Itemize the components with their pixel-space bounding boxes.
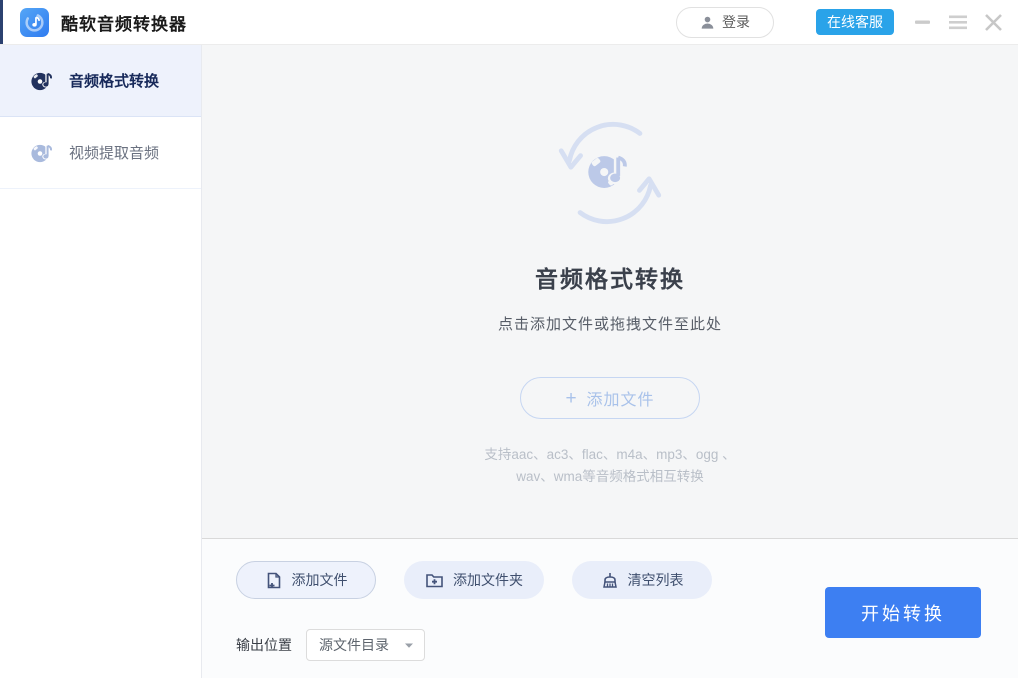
user-icon — [700, 15, 715, 30]
add-files-pill-button[interactable]: + 添加文件 — [520, 377, 700, 419]
output-location-label: 输出位置 — [236, 637, 292, 653]
add-folder-label: 添加文件夹 — [453, 572, 523, 588]
output-location-value: 源文件目录 — [319, 637, 389, 653]
sidebar-item-label: 视频提取音频 — [69, 145, 160, 162]
start-convert-button[interactable]: 开始转换 — [825, 587, 981, 638]
online-support-button[interactable]: 在线客服 — [816, 9, 894, 35]
file-plus-icon — [265, 571, 283, 590]
sidebar: 音频格式转换 视频提取音频 — [0, 45, 202, 678]
dropzone-subtitle: 点击添加文件或拖拽文件至此处 — [497, 316, 722, 333]
audio-convert-icon — [29, 68, 55, 94]
folder-plus-icon — [425, 571, 444, 589]
file-drop-zone[interactable]: 音频格式转换 点击添加文件或拖拽文件至此处 + 添加文件 支持aac、ac3、f… — [202, 45, 1018, 538]
supported-formats-text: 支持aac、ac3、flac、m4a、mp3、ogg 、 wav、wma等音频格… — [484, 447, 736, 484]
main-panel: 音频格式转换 点击添加文件或拖拽文件至此处 + 添加文件 支持aac、ac3、f… — [202, 45, 1018, 678]
bottom-action-bar: 添加文件 添加文件夹 清空列表 开始转换 输出位置 源文件目录 — [202, 538, 1018, 678]
menu-icon[interactable] — [946, 10, 970, 34]
broom-icon — [601, 571, 619, 590]
app-logo-icon — [20, 7, 49, 37]
dropzone-title: 音频格式转换 — [535, 266, 685, 292]
sidebar-item-label: 音频格式转换 — [69, 73, 160, 90]
add-files-pill-label: 添加文件 — [586, 392, 655, 409]
left-accent-strip — [0, 0, 3, 44]
audio-convert-hero-icon — [552, 117, 668, 234]
clear-list-label: 清空列表 — [627, 572, 684, 588]
add-file-button[interactable]: 添加文件 — [236, 561, 376, 599]
title-bar: 酷软音频转换器 登录 在线客服 — [0, 0, 1018, 45]
sidebar-item-audio-format-convert[interactable]: 音频格式转换 — [0, 45, 201, 117]
add-folder-button[interactable]: 添加文件夹 — [404, 561, 544, 599]
login-button[interactable]: 登录 — [676, 6, 774, 38]
sidebar-item-video-extract-audio[interactable]: 视频提取音频 — [0, 117, 201, 189]
add-file-label: 添加文件 — [291, 572, 348, 588]
window-controls — [911, 10, 1005, 34]
output-location-select[interactable]: 源文件目录 — [306, 629, 425, 661]
clear-list-button[interactable]: 清空列表 — [572, 561, 712, 599]
minimize-icon[interactable] — [911, 10, 935, 34]
login-label: 登录 — [722, 14, 750, 30]
plus-icon: + — [565, 387, 578, 409]
app-title: 酷软音频转换器 — [61, 14, 187, 34]
video-extract-audio-icon — [29, 140, 55, 166]
close-icon[interactable] — [981, 10, 1005, 34]
caret-down-icon — [404, 642, 414, 649]
